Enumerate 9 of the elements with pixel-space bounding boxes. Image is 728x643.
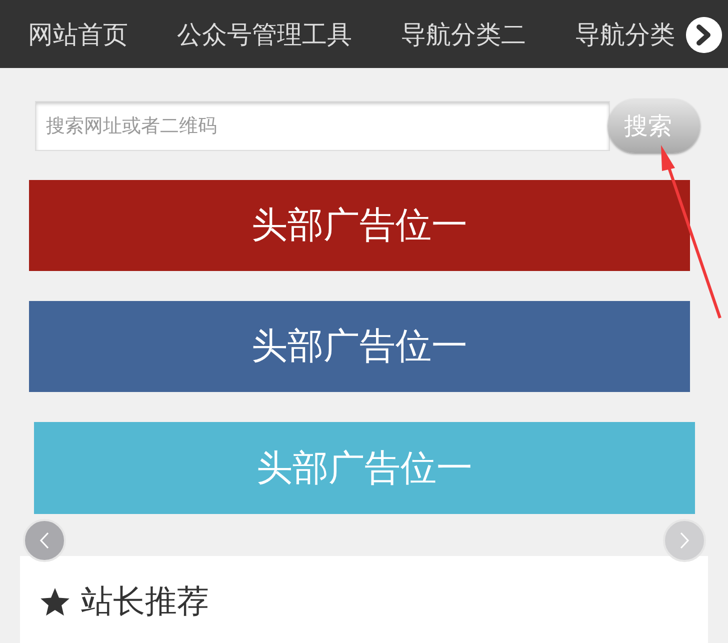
search-field[interactable]: 搜索网址或者二维码 — [35, 101, 610, 151]
section-title: 站长推荐 — [81, 581, 209, 622]
nav-link[interactable]: 公众号管理工具 — [177, 18, 352, 50]
ad-banner[interactable]: 头部广告位一 — [29, 301, 690, 392]
chevron-right-icon[interactable] — [686, 17, 722, 53]
nav-link[interactable]: 导航分类 — [575, 18, 675, 50]
nav-link[interactable]: 导航分类二 — [401, 18, 526, 50]
nav-link[interactable]: 网站首页 — [28, 18, 128, 50]
ad-banner[interactable]: 头部广告位一 — [29, 180, 690, 271]
